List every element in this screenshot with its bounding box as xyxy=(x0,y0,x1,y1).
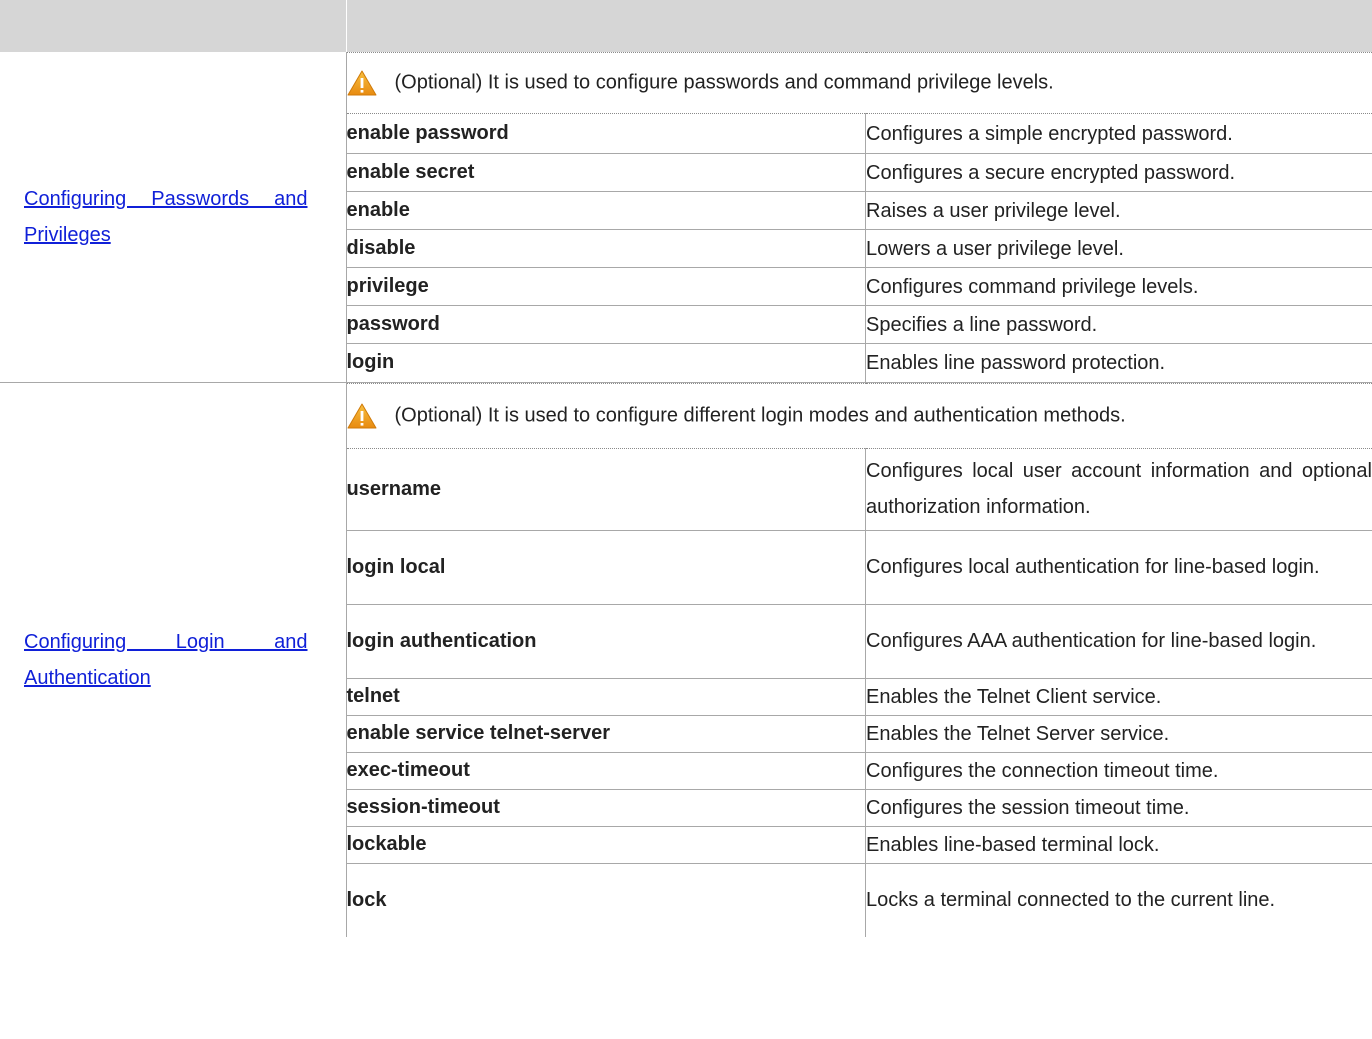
command-row: lockable Enables line-based terminal loc… xyxy=(346,826,1372,864)
note-row: (Optional) It is used to configure passw… xyxy=(346,52,1372,114)
command-row: lock Locks a terminal connected to the c… xyxy=(347,863,1372,937)
commands-cell: (Optional) It is used to configure passw… xyxy=(346,52,1372,383)
command-name: session-timeout xyxy=(346,789,866,827)
command-name: password xyxy=(346,305,866,344)
command-row: telnet Enables the Telnet Client service… xyxy=(346,678,1372,716)
table-group-passwords: Configuring Passwords and Privileges (Op… xyxy=(0,52,1372,383)
command-row: enable password Configures a simple encr… xyxy=(346,113,1372,154)
command-row: password Specifies a line password. xyxy=(346,305,1372,344)
command-desc: Enables line password protection. xyxy=(865,343,1372,382)
command-desc: Specifies a line password. xyxy=(865,305,1372,344)
command-row: login authentication Configures AAA auth… xyxy=(346,604,1372,679)
task-cell: Configuring Passwords and Privileges xyxy=(0,52,347,383)
command-name: enable xyxy=(346,191,866,230)
command-name: telnet xyxy=(346,678,866,716)
command-name: lockable xyxy=(346,826,866,864)
command-desc: Configures local user account informatio… xyxy=(865,448,1372,531)
command-row: privilege Configures command privilege l… xyxy=(346,267,1372,306)
command-table: (Optional) It is used to configure passw… xyxy=(346,52,1372,382)
command-desc: Raises a user privilege level. xyxy=(865,191,1372,230)
command-name: enable service telnet-server xyxy=(346,715,866,753)
command-name: lock xyxy=(346,888,387,911)
command-name: login xyxy=(346,351,395,374)
header-cell-task xyxy=(0,0,347,52)
task-link-passwords[interactable]: Configuring Passwords and Privileges xyxy=(0,181,346,253)
command-desc: Configures the connection timeout time. xyxy=(865,752,1372,790)
note-text: (Optional) It is used to configure passw… xyxy=(394,71,1054,94)
command-name: exec-timeout xyxy=(346,752,866,790)
config-task-table: Configuring Passwords and Privileges (Op… xyxy=(0,0,1372,937)
command-desc: Configures AAA authentication for line-b… xyxy=(865,604,1372,679)
task-cell: Configuring Login and Authentication xyxy=(0,382,347,937)
note-text: (Optional) It is used to configure diffe… xyxy=(394,404,1126,426)
command-desc: Configures the session timeout time. xyxy=(865,789,1372,827)
command-name: login local xyxy=(346,530,866,605)
command-name: disable xyxy=(346,229,866,268)
command-name: username xyxy=(346,448,866,531)
command-row: login local Configures local authenticat… xyxy=(346,530,1372,605)
command-table: (Optional) It is used to configure diffe… xyxy=(346,382,1372,937)
command-desc: Enables the Telnet Client service. xyxy=(865,678,1372,716)
command-row: enable Raises a user privilege level. xyxy=(346,191,1372,230)
command-row: username Configures local user account i… xyxy=(346,448,1372,531)
command-desc: Lowers a user privilege level. xyxy=(865,229,1372,268)
command-row: session-timeout Configures the session t… xyxy=(346,789,1372,827)
command-row: enable service telnet-server Enables the… xyxy=(346,715,1372,753)
command-desc: Configures command privilege levels. xyxy=(865,267,1372,306)
command-name: login authentication xyxy=(346,604,866,679)
command-name: privilege xyxy=(346,267,866,306)
header-cell-commands xyxy=(346,0,1372,52)
command-desc: Configures a simple encrypted password. xyxy=(865,113,1372,154)
command-row: disable Lowers a user privilege level. xyxy=(346,229,1372,268)
command-name: enable password xyxy=(346,113,866,154)
command-name: enable secret xyxy=(346,153,866,192)
commands-cell: (Optional) It is used to configure diffe… xyxy=(346,382,1372,937)
command-desc: Configures a secure encrypted password. xyxy=(865,153,1372,192)
command-desc: Configures local authentication for line… xyxy=(865,530,1372,605)
command-row: login Enables line password protection. xyxy=(346,343,1372,382)
warning-icon xyxy=(347,403,376,428)
warning-icon xyxy=(347,70,376,96)
table-header-row xyxy=(0,0,1372,52)
command-desc: Locks a terminal connected to the curren… xyxy=(865,863,1372,937)
command-row: enable secret Configures a secure encryp… xyxy=(346,153,1372,192)
command-desc: Enables the Telnet Server service. xyxy=(865,715,1372,753)
table-group-login: Configuring Login and Authentication (Op… xyxy=(0,382,1372,937)
note-row: (Optional) It is used to configure diffe… xyxy=(346,382,1372,449)
command-row: exec-timeout Configures the connection t… xyxy=(346,752,1372,790)
task-link-login[interactable]: Configuring Login and Authentication xyxy=(0,624,346,696)
command-desc: Enables line-based terminal lock. xyxy=(865,826,1372,864)
